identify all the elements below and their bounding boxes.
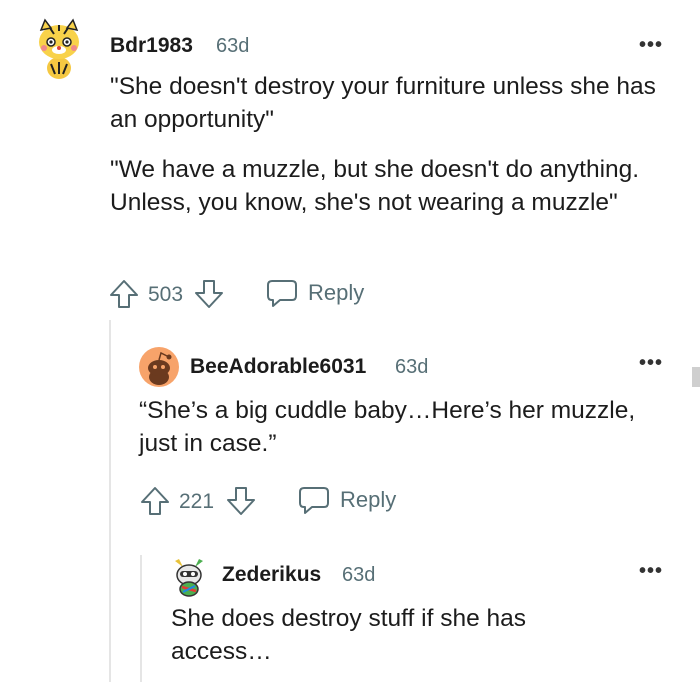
vote-count: 503 <box>148 283 184 306</box>
reply-label: Reply <box>340 487 397 512</box>
upvote-button[interactable] <box>139 485 171 517</box>
comment-body-paragraph: "She doesn't destroy your furniture unle… <box>110 73 656 133</box>
scrollbar-thumb[interactable] <box>692 367 700 387</box>
avatar[interactable] <box>139 347 179 387</box>
upvote-arrow-icon <box>141 487 169 515</box>
snoo-badge-avatar-icon <box>175 559 203 597</box>
avatar[interactable] <box>36 16 82 80</box>
more-options-button[interactable]: ••• <box>639 352 663 375</box>
comment-timestamp: 63d <box>216 35 250 57</box>
comment-timestamp: 63d <box>342 564 376 586</box>
more-options-button[interactable]: ••• <box>639 560 663 583</box>
thread-line[interactable] <box>140 555 142 682</box>
upvote-arrow-icon <box>110 280 138 308</box>
vote-count: 221 <box>179 490 215 513</box>
comment-body-paragraph: She does destroy stuff if she has access… <box>171 605 527 665</box>
reply-label: Reply <box>308 280 365 305</box>
downvote-arrow-icon <box>227 487 255 515</box>
speech-bubble-icon <box>299 487 329 514</box>
reply-button[interactable]: Reply <box>266 278 364 308</box>
upvote-button[interactable] <box>108 278 140 310</box>
snoo-avatar-icon <box>148 351 172 385</box>
comment-username[interactable]: Bdr1983 <box>110 34 193 58</box>
more-options-button[interactable]: ••• <box>639 34 663 57</box>
downvote-button[interactable] <box>193 278 225 310</box>
downvote-arrow-icon <box>195 280 223 308</box>
reply-button[interactable]: Reply <box>298 485 396 515</box>
tiger-avatar-icon <box>39 18 79 79</box>
avatar[interactable] <box>171 557 207 597</box>
comment-timestamp: 63d <box>395 356 429 378</box>
comment-username[interactable]: Zederikus <box>222 563 321 587</box>
downvote-button[interactable] <box>225 485 257 517</box>
speech-bubble-icon <box>267 280 297 307</box>
comment-body-paragraph: "We have a muzzle, but she doesn't do an… <box>110 156 640 216</box>
comment-username[interactable]: BeeAdorable6031 <box>190 355 366 379</box>
comment-body-paragraph: “She’s a big cuddle baby…Here’s her muzz… <box>139 397 636 457</box>
thread-line[interactable] <box>109 320 111 682</box>
